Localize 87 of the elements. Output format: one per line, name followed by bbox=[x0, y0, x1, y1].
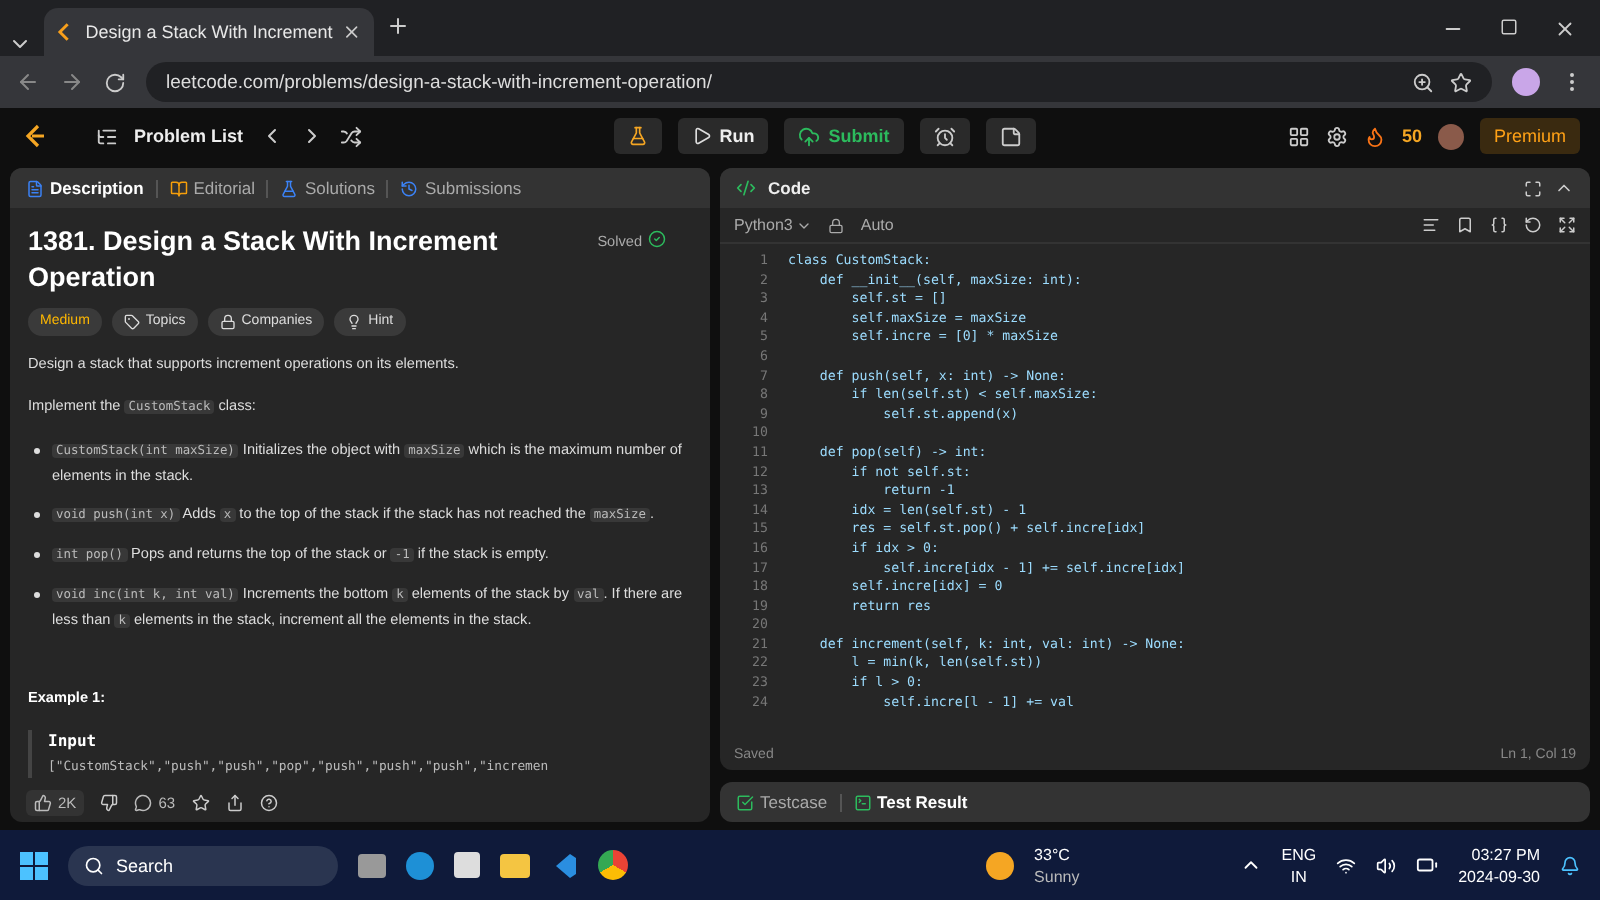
problem-list-link[interactable]: Problem List bbox=[134, 126, 244, 146]
checkbox-icon bbox=[736, 793, 754, 811]
timer-button[interactable] bbox=[919, 118, 970, 154]
share-icon[interactable] bbox=[225, 793, 244, 811]
history-icon bbox=[400, 179, 419, 197]
clock-date[interactable]: 2024-09-30 bbox=[1458, 865, 1540, 887]
run-button[interactable]: Run bbox=[677, 118, 769, 154]
wifi-icon[interactable] bbox=[1336, 855, 1357, 875]
notification-icon[interactable] bbox=[1560, 855, 1580, 875]
thumbs-down-icon[interactable] bbox=[100, 793, 119, 811]
code-icon bbox=[736, 178, 756, 198]
search-icon bbox=[84, 855, 104, 875]
star-icon[interactable] bbox=[191, 793, 210, 811]
alarm-icon bbox=[933, 125, 956, 147]
bullet-dot-icon bbox=[34, 552, 40, 558]
profile-avatar[interactable] bbox=[1512, 68, 1540, 96]
bookmark-icon[interactable] bbox=[1456, 216, 1474, 234]
restore-icon[interactable] bbox=[1500, 17, 1518, 35]
problem-title: 1381. Design a Stack With Increment Operation bbox=[28, 224, 500, 296]
premium-button[interactable]: Premium bbox=[1480, 118, 1581, 154]
lock-icon bbox=[828, 217, 845, 233]
check-circle-icon bbox=[648, 230, 666, 248]
language-indicator[interactable]: ENG bbox=[1281, 843, 1317, 865]
grid-icon[interactable] bbox=[1287, 125, 1310, 147]
expand-icon[interactable] bbox=[1558, 216, 1576, 234]
flame-icon bbox=[1363, 125, 1386, 147]
comment-icon bbox=[134, 793, 153, 811]
close-icon[interactable] bbox=[1554, 17, 1576, 39]
flask-icon bbox=[280, 179, 299, 197]
user-avatar[interactable] bbox=[1438, 123, 1464, 149]
reload-icon[interactable] bbox=[104, 71, 126, 93]
lightbulb-icon bbox=[346, 314, 363, 330]
chrome-icon[interactable] bbox=[598, 850, 628, 880]
panel-tab[interactable]: Test Result bbox=[853, 792, 968, 812]
weather: Sunny bbox=[1034, 865, 1080, 887]
format-icon[interactable] bbox=[1422, 216, 1440, 234]
panel-tab[interactable]: Testcase bbox=[736, 792, 828, 812]
bullet-dot-icon bbox=[34, 592, 40, 598]
close-icon[interactable] bbox=[342, 22, 362, 42]
clock-time[interactable]: 03:27 PM bbox=[1471, 843, 1540, 865]
panel-tab[interactable]: Description bbox=[26, 178, 144, 198]
bookmark-icon[interactable] bbox=[1450, 71, 1472, 93]
bullet-dot-icon bbox=[34, 512, 40, 518]
settings-icon[interactable] bbox=[1325, 125, 1348, 147]
mode-label[interactable]: Auto bbox=[860, 216, 894, 234]
submit-button[interactable]: Submit bbox=[784, 118, 904, 154]
panel-title: Code bbox=[768, 178, 811, 198]
notes-button[interactable] bbox=[985, 118, 1036, 154]
flask-icon bbox=[627, 126, 648, 146]
maximize-icon[interactable] bbox=[1524, 179, 1542, 197]
terminal-icon bbox=[853, 793, 872, 811]
book-icon bbox=[169, 179, 188, 197]
lock-icon bbox=[219, 314, 236, 330]
language-dropdown[interactable]: Python3 bbox=[734, 216, 813, 234]
document-icon bbox=[26, 179, 44, 197]
help-icon[interactable] bbox=[259, 793, 278, 811]
volume-icon[interactable] bbox=[1376, 855, 1397, 875]
play-icon bbox=[691, 126, 712, 146]
note-icon bbox=[999, 125, 1022, 147]
start-icon[interactable] bbox=[20, 851, 48, 879]
panel-tab[interactable]: Submissions bbox=[400, 178, 522, 198]
bullet-dot-icon bbox=[34, 448, 40, 454]
new-tab-icon[interactable] bbox=[386, 14, 410, 38]
back-icon[interactable] bbox=[16, 70, 40, 94]
streak-count: 50 bbox=[1401, 126, 1422, 146]
input-label: Input bbox=[48, 730, 99, 754]
zoom-icon[interactable] bbox=[1412, 71, 1434, 93]
upload-icon bbox=[798, 125, 821, 147]
forward-icon[interactable] bbox=[60, 70, 84, 94]
shuffle-icon[interactable] bbox=[339, 125, 362, 147]
region-indicator[interactable]: IN bbox=[1290, 865, 1307, 887]
battery-icon[interactable] bbox=[1416, 854, 1439, 876]
braces-icon[interactable] bbox=[1490, 216, 1508, 234]
reset-icon[interactable] bbox=[1524, 216, 1542, 234]
tag-icon bbox=[123, 314, 140, 330]
debug-button[interactable] bbox=[613, 118, 662, 154]
temperature: 33°C bbox=[1034, 843, 1072, 865]
list-icon[interactable] bbox=[96, 125, 118, 147]
thumbs-up-icon bbox=[34, 793, 52, 811]
search-field[interactable]: Search bbox=[68, 845, 338, 885]
panel-tab[interactable]: Editorial bbox=[169, 178, 255, 198]
browser-tab[interactable]: Design a Stack With Increment bbox=[44, 8, 374, 56]
logo-icon[interactable] bbox=[20, 122, 48, 150]
panel-tab[interactable]: Solutions bbox=[280, 178, 375, 198]
folder-icon[interactable] bbox=[500, 853, 530, 877]
sun-icon bbox=[986, 851, 1015, 879]
address-bar[interactable]: leetcode.com/problems/design-a-stack-with-increment-operation/ bbox=[146, 62, 1492, 102]
